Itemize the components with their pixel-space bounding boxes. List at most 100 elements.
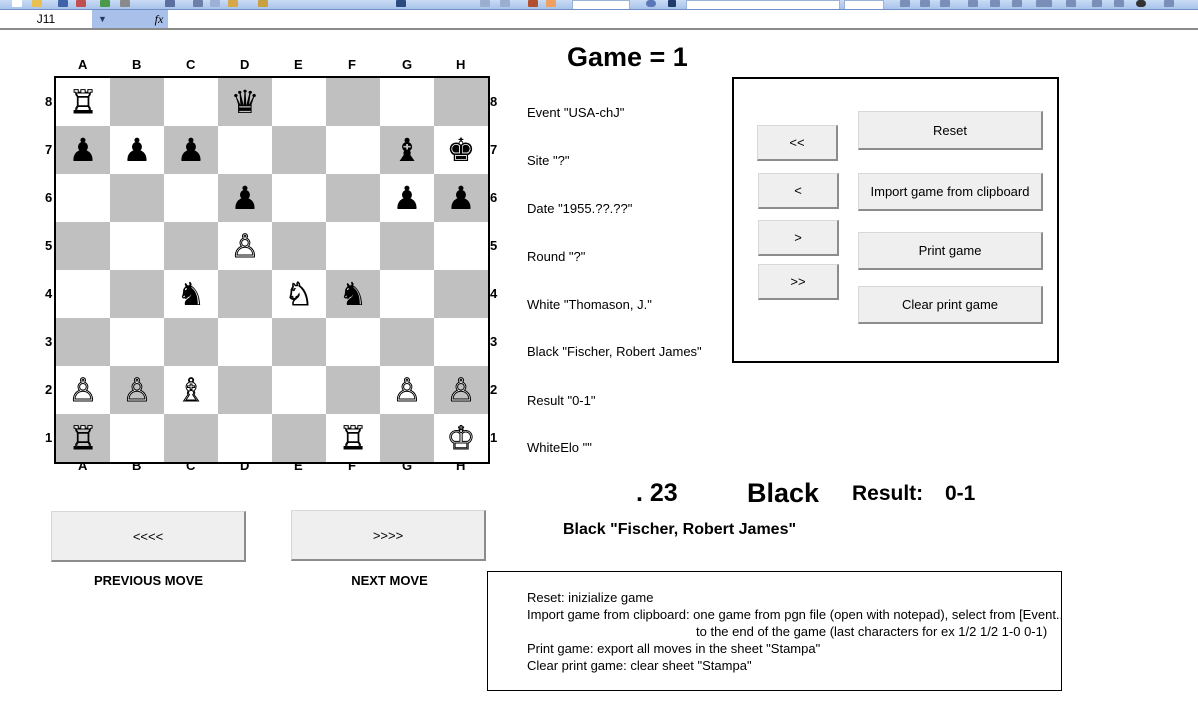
- black-pawn-icon[interactable]: ♟: [447, 182, 476, 214]
- square-g8[interactable]: [380, 78, 434, 126]
- square-d5[interactable]: ♙: [218, 222, 272, 270]
- square-e3[interactable]: [272, 318, 326, 366]
- square-h1[interactable]: ♔: [434, 414, 488, 462]
- square-b5[interactable]: [110, 222, 164, 270]
- square-f8[interactable]: [326, 78, 380, 126]
- name-box-dropdown[interactable]: ▼: [92, 10, 150, 28]
- square-h7[interactable]: ♚: [434, 126, 488, 174]
- square-h6[interactable]: ♟: [434, 174, 488, 222]
- square-c2[interactable]: ♗: [164, 366, 218, 414]
- print-game-button[interactable]: Print game: [858, 232, 1043, 270]
- square-c7[interactable]: ♟: [164, 126, 218, 174]
- white-pawn-icon[interactable]: ♙: [230, 230, 260, 263]
- name-box[interactable]: J11: [0, 10, 92, 28]
- square-h2[interactable]: ♙: [434, 366, 488, 414]
- align-center-icon[interactable]: [990, 0, 1000, 7]
- italic-icon[interactable]: [920, 0, 930, 7]
- square-a6[interactable]: [56, 174, 110, 222]
- square-e2[interactable]: [272, 366, 326, 414]
- square-g4[interactable]: [380, 270, 434, 318]
- black-pawn-icon[interactable]: ♟: [231, 182, 260, 214]
- black-queen-icon[interactable]: ♛: [231, 86, 260, 118]
- square-c8[interactable]: [164, 78, 218, 126]
- last-move-button[interactable]: >>: [758, 264, 839, 300]
- chess-board[interactable]: ♖ ♛ ♟ ♟ ♟ ♝ ♚ ♟ ♟ ♟ ♙ ♞ ♘ ♞ ♙ ♙ ♗ ♙ ♙ ♖ ♖ ♔: [54, 76, 490, 464]
- white-rook-icon[interactable]: ♖: [68, 86, 98, 119]
- square-b4[interactable]: [110, 270, 164, 318]
- black-knight-icon[interactable]: ♞: [177, 278, 206, 310]
- square-e8[interactable]: [272, 78, 326, 126]
- square-d6[interactable]: ♟: [218, 174, 272, 222]
- square-h5[interactable]: [434, 222, 488, 270]
- square-b1[interactable]: [110, 414, 164, 462]
- font-name-box[interactable]: [686, 0, 840, 9]
- next-button[interactable]: >: [758, 220, 839, 256]
- black-king-icon[interactable]: ♚: [447, 134, 476, 166]
- bold-icon[interactable]: [900, 0, 910, 7]
- formula-input[interactable]: [168, 10, 1198, 28]
- square-e1[interactable]: [272, 414, 326, 462]
- square-h3[interactable]: [434, 318, 488, 366]
- save-icon[interactable]: [58, 0, 68, 7]
- chart-wizard-icon[interactable]: [528, 0, 538, 7]
- merge-center-icon[interactable]: [1036, 0, 1052, 7]
- cut-icon[interactable]: [193, 0, 203, 7]
- black-knight-icon[interactable]: ♞: [339, 278, 368, 310]
- square-c1[interactable]: [164, 414, 218, 462]
- square-a7[interactable]: ♟: [56, 126, 110, 174]
- fx-icon[interactable]: fx: [150, 10, 168, 28]
- square-d1[interactable]: [218, 414, 272, 462]
- square-d7[interactable]: [218, 126, 272, 174]
- white-rook-icon[interactable]: ♖: [68, 422, 98, 455]
- square-g5[interactable]: [380, 222, 434, 270]
- square-a1[interactable]: ♖: [56, 414, 110, 462]
- reset-button[interactable]: Reset: [858, 111, 1043, 150]
- square-a3[interactable]: [56, 318, 110, 366]
- white-king-icon[interactable]: ♔: [446, 422, 476, 455]
- sort-ascending-icon[interactable]: [480, 0, 490, 7]
- help-icon[interactable]: [646, 0, 656, 7]
- square-h8[interactable]: [434, 78, 488, 126]
- print-preview-icon[interactable]: [120, 0, 130, 7]
- square-b2[interactable]: ♙: [110, 366, 164, 414]
- black-bishop-icon[interactable]: ♝: [393, 134, 422, 166]
- square-b7[interactable]: ♟: [110, 126, 164, 174]
- white-bishop-icon[interactable]: ♗: [176, 374, 206, 407]
- square-d2[interactable]: [218, 366, 272, 414]
- square-a4[interactable]: [56, 270, 110, 318]
- square-c6[interactable]: [164, 174, 218, 222]
- black-pawn-icon[interactable]: ♟: [393, 182, 422, 214]
- comma-style-icon[interactable]: [1114, 0, 1124, 7]
- square-e7[interactable]: [272, 126, 326, 174]
- toolbar-options-icon[interactable]: [668, 0, 676, 7]
- square-g1[interactable]: [380, 414, 434, 462]
- square-e4[interactable]: ♘: [272, 270, 326, 318]
- square-a2[interactable]: ♙: [56, 366, 110, 414]
- white-knight-icon[interactable]: ♘: [284, 278, 314, 311]
- decrease-decimal-icon[interactable]: [1164, 0, 1174, 7]
- white-pawn-icon[interactable]: ♙: [446, 374, 476, 407]
- square-d3[interactable]: [218, 318, 272, 366]
- percent-icon[interactable]: [1092, 0, 1102, 7]
- drawing-icon[interactable]: [546, 0, 556, 7]
- square-g3[interactable]: [380, 318, 434, 366]
- print-icon[interactable]: [100, 0, 110, 7]
- white-pawn-icon[interactable]: ♙: [392, 374, 422, 407]
- square-b8[interactable]: [110, 78, 164, 126]
- square-d8[interactable]: ♛: [218, 78, 272, 126]
- copy-icon[interactable]: [210, 0, 220, 7]
- previous-button[interactable]: <: [758, 173, 839, 209]
- increase-decimal-icon[interactable]: [1136, 0, 1146, 7]
- square-c4[interactable]: ♞: [164, 270, 218, 318]
- currency-icon[interactable]: [1066, 0, 1076, 7]
- black-pawn-icon[interactable]: ♟: [69, 134, 98, 166]
- square-f7[interactable]: [326, 126, 380, 174]
- square-e5[interactable]: [272, 222, 326, 270]
- white-rook-icon[interactable]: ♖: [338, 422, 368, 455]
- first-move-button[interactable]: <<: [757, 125, 838, 161]
- previous-move-button[interactable]: <<<<: [51, 511, 246, 562]
- square-c3[interactable]: [164, 318, 218, 366]
- clear-print-game-button[interactable]: Clear print game: [858, 286, 1043, 324]
- align-right-icon[interactable]: [1012, 0, 1022, 7]
- square-f4[interactable]: ♞: [326, 270, 380, 318]
